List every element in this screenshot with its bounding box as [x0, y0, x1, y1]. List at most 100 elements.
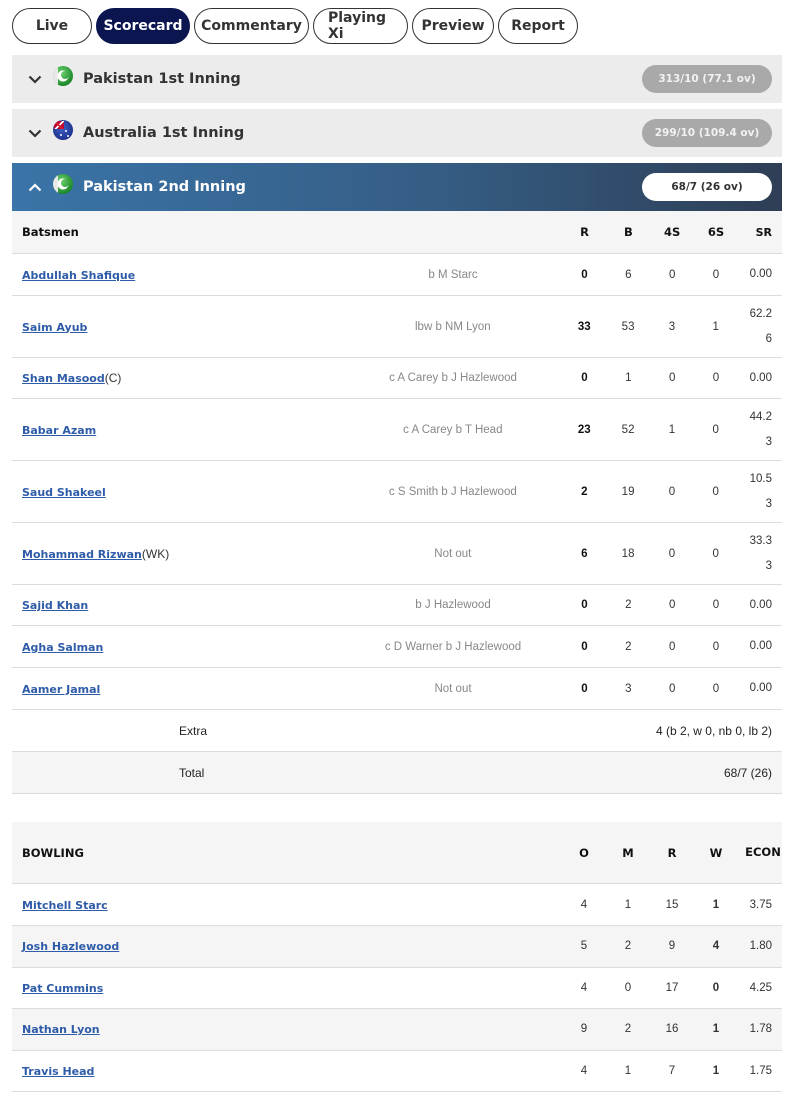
balls-header: B	[623, 225, 633, 239]
fours: 1	[668, 423, 676, 436]
balls: 3	[625, 682, 632, 695]
total-value: 68/7 (26)	[723, 765, 772, 780]
balls: 2	[625, 599, 632, 611]
maidens: 1	[624, 1064, 632, 1077]
bowler-name-link[interactable]: Josh Hazlewood	[22, 940, 119, 953]
balls: 19	[621, 485, 635, 498]
bowler-name-link[interactable]: Mitchell Starc	[22, 899, 108, 912]
maidens-header: M	[622, 845, 634, 860]
inning-header-pakistan-1st[interactable]: Pakistan 1st Inning 313/10 (77.1 ov)	[12, 55, 782, 103]
dismissal: lbw b NM Lyon	[415, 320, 491, 333]
batsman-name-link[interactable]: Aamer Jamal	[22, 683, 100, 696]
runs: 2	[581, 485, 588, 498]
runs-header: R	[580, 225, 589, 239]
runs: 33	[577, 320, 591, 333]
overs: 4	[580, 1064, 588, 1077]
maidens: 1	[624, 898, 632, 911]
runs: 0	[581, 372, 588, 384]
sixes: 0	[712, 547, 719, 560]
runs: 0	[581, 682, 588, 695]
maidens: 2	[624, 1023, 632, 1036]
batsman-name-link[interactable]: Shan Masood	[22, 372, 105, 385]
overs-header: O	[579, 845, 589, 860]
bowling-header: BOWLING	[22, 845, 84, 860]
overs: 5	[580, 940, 588, 953]
runs-conceded: 17	[665, 981, 679, 994]
inning-score-badge: 68/7 (26 ov)	[642, 173, 772, 201]
tab-commentary[interactable]: Commentary	[194, 8, 309, 44]
pakistan-flag-icon	[53, 66, 73, 86]
wickets: 1	[712, 1064, 720, 1077]
inning-header-australia-1st[interactable]: Australia 1st Inning 299/10 (109.4 ov)	[12, 109, 782, 157]
dismissal: Not out	[434, 547, 472, 560]
batsman-name-link[interactable]: Saud Shakeel	[22, 486, 106, 499]
bowler-cell: Mitchell Starc	[12, 898, 562, 912]
wickets: 4	[712, 940, 720, 953]
extras-label: Extra	[179, 723, 208, 738]
sixes: 1	[712, 320, 719, 333]
tab-live[interactable]: Live	[12, 8, 92, 44]
runs: 6	[581, 547, 588, 560]
runs-conceded: 7	[668, 1064, 676, 1077]
total-row: Total 68/7 (26)	[12, 752, 782, 794]
batsman-name-link[interactable]: Saim Ayub	[22, 321, 87, 334]
chevron-down-icon	[25, 69, 45, 89]
balls: 6	[625, 268, 632, 281]
strike-rate: 0.00	[749, 640, 772, 652]
batting-row: Saim Ayub lbw b NM Lyon 33 53 3 1 62.26	[12, 296, 782, 358]
runs-conceded: 16	[665, 1023, 679, 1036]
tab-scorecard[interactable]: Scorecard	[96, 8, 190, 44]
strike-rate: 0.00	[749, 371, 772, 384]
bowling-row: Travis Head 4 1 7 1 1.75	[12, 1051, 782, 1092]
pakistan-flag-icon	[53, 174, 73, 194]
strike-rate: 0.00	[749, 682, 772, 694]
extras-value: 4 (b 2, w 0, nb 0, lb 2)	[655, 723, 772, 738]
bowling-row: Mitchell Starc 4 1 15 1 3.75	[12, 884, 782, 926]
batsman-name-link[interactable]: Agha Salman	[22, 641, 103, 654]
strike-rate-header: SR	[755, 225, 772, 239]
fours: 0	[668, 372, 676, 384]
runs-conceded-header: R	[667, 845, 677, 860]
sixes: 0	[712, 682, 720, 695]
sixes: 0	[712, 485, 719, 498]
sixes: 0	[712, 640, 720, 653]
inning-header-pakistan-2nd[interactable]: Pakistan 2nd Inning 68/7 (26 ov)	[12, 163, 782, 211]
inning-score-badge: 299/10 (109.4 ov)	[642, 119, 772, 147]
chevron-down-icon	[25, 123, 45, 143]
batsman-cell: Agha Salman	[12, 640, 343, 654]
total-label: Total	[179, 765, 205, 780]
batsman-name-link[interactable]: Sajid Khan	[22, 599, 88, 612]
scorecard-tabs: Live Scorecard Commentary Playing Xi Pre…	[12, 8, 578, 44]
batsman-name-link[interactable]: Mohammad Rizwan	[22, 548, 142, 561]
batsmen-header: Batsmen	[22, 225, 79, 239]
fours: 0	[668, 599, 676, 611]
bowler-name-link[interactable]: Nathan Lyon	[22, 1023, 100, 1036]
inning-score-badge: 313/10 (77.1 ov)	[642, 65, 772, 93]
bowler-cell: Nathan Lyon	[12, 1022, 562, 1036]
fours: 3	[668, 320, 676, 333]
maidens: 0	[624, 981, 632, 994]
tab-preview[interactable]: Preview	[412, 8, 494, 44]
economy-header: ECON	[745, 845, 781, 859]
batsman-cell: Aamer Jamal	[12, 682, 343, 696]
batsman-cell: Abdullah Shafique	[12, 268, 343, 282]
dismissal: b J Hazlewood	[415, 599, 491, 611]
bowler-cell: Travis Head	[12, 1064, 562, 1078]
batsman-name-link[interactable]: Babar Azam	[22, 424, 96, 437]
bowling-row: Josh Hazlewood 5 2 9 4 1.80	[12, 926, 782, 968]
tab-report[interactable]: Report	[498, 8, 578, 44]
economy: 1.78	[749, 1023, 772, 1036]
bowler-name-link[interactable]: Pat Cummins	[22, 982, 103, 995]
bowler-cell: Pat Cummins	[12, 981, 562, 995]
bowler-name-link[interactable]: Travis Head	[22, 1065, 94, 1078]
tab-playing-xi[interactable]: Playing Xi	[313, 8, 408, 44]
economy: 3.75	[749, 898, 772, 911]
maidens: 2	[624, 940, 632, 953]
bowling-row: Pat Cummins 4 0 17 0 4.25	[12, 968, 782, 1009]
australia-flag-icon	[53, 120, 73, 140]
runs-conceded: 15	[665, 898, 679, 911]
economy: 1.80	[749, 940, 772, 953]
batsman-name-link[interactable]: Abdullah Shafique	[22, 269, 135, 282]
bowling-header-row: BOWLING O M R W ECON	[12, 822, 782, 884]
batsman-cell: Babar Azam	[12, 423, 343, 437]
